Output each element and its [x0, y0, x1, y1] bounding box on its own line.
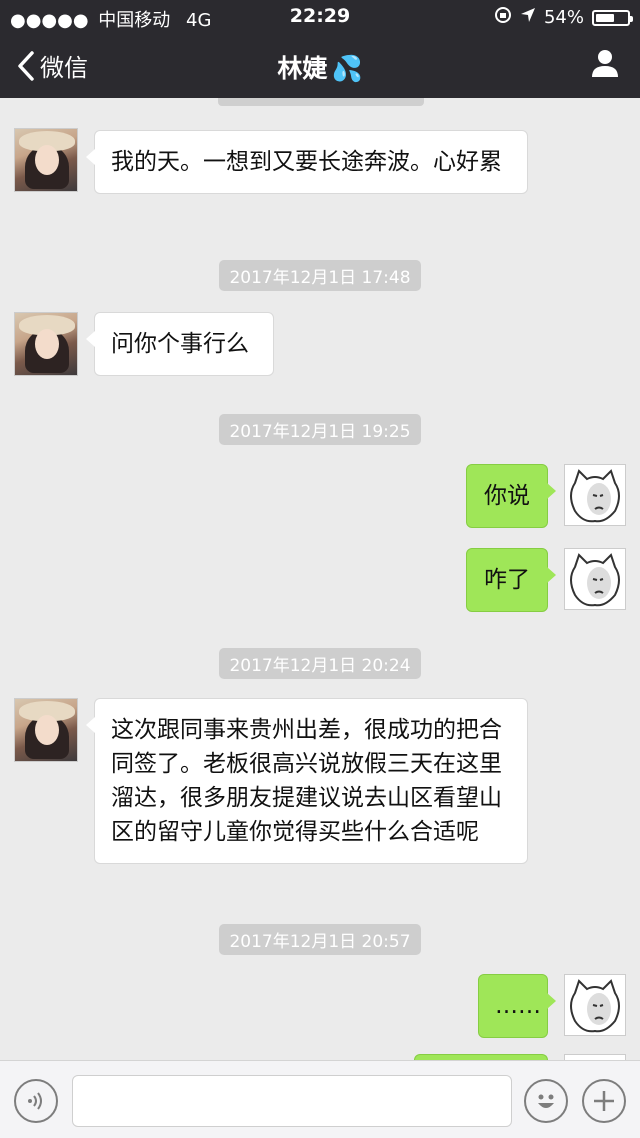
orientation-lock-icon [494, 6, 512, 29]
location-icon [520, 7, 536, 28]
battery-icon [592, 9, 633, 26]
message-bubble-outgoing[interactable]: …… [478, 974, 556, 1038]
input-bar [0, 1060, 640, 1138]
message-bubble-outgoing[interactable]: 你说 [466, 464, 556, 528]
message-bubble-incoming[interactable]: 这次跟同事来贵州出差，很成功的把合同签了。老板很高兴说放假三天在这里溜达，很多朋… [86, 698, 528, 864]
sweat-emoji-icon: 💦 [331, 54, 363, 83]
message-list[interactable]: 我的天。一想到又要长途奔波。心好累 2017年12月1日 17:48 问你个事行… [0, 98, 640, 1060]
meme-face-icon [570, 553, 620, 607]
contact-avatar[interactable] [14, 312, 78, 376]
my-avatar[interactable] [564, 548, 626, 610]
my-avatar[interactable] [564, 974, 626, 1036]
meme-face-icon [570, 979, 620, 1033]
status-bar: ●●●●● 中国移动 4G 22:29 54% [0, 0, 640, 34]
contact-avatar[interactable] [14, 128, 78, 192]
contact-name: 林婕 [277, 54, 328, 83]
emoji-button[interactable] [524, 1079, 568, 1123]
my-avatar[interactable] [564, 464, 626, 526]
timestamp-partial [218, 98, 424, 106]
chat-title: 林婕 💦 [0, 49, 640, 85]
battery-percent: 54% [543, 7, 584, 28]
contact-avatar[interactable] [14, 698, 78, 762]
more-button[interactable] [582, 1079, 626, 1123]
person-icon [592, 50, 618, 77]
message-bubble-outgoing[interactable]: 咋了 [466, 548, 556, 612]
plus-icon [594, 1091, 614, 1111]
nav-bar: 微信 林婕 💦 [0, 36, 640, 98]
smile-icon [538, 1094, 554, 1108]
voice-button[interactable] [14, 1079, 58, 1123]
timestamp: 2017年12月1日 20:24 [0, 648, 640, 679]
message-bubble-incoming[interactable]: 问你个事行么 [86, 312, 274, 376]
chat-header: ●●●●● 中国移动 4G 22:29 54% 微信 林婕 💦 [0, 0, 640, 98]
timestamp: 2017年12月1日 20:57 [0, 924, 640, 955]
message-input[interactable] [72, 1075, 512, 1127]
timestamp: 2017年12月1日 17:48 [0, 260, 640, 291]
meme-face-icon [570, 469, 620, 523]
timestamp: 2017年12月1日 19:25 [0, 414, 640, 445]
profile-button[interactable] [590, 48, 620, 82]
message-bubble-incoming[interactable]: 我的天。一想到又要长途奔波。心好累 [86, 130, 528, 194]
voice-icon [28, 1092, 42, 1110]
